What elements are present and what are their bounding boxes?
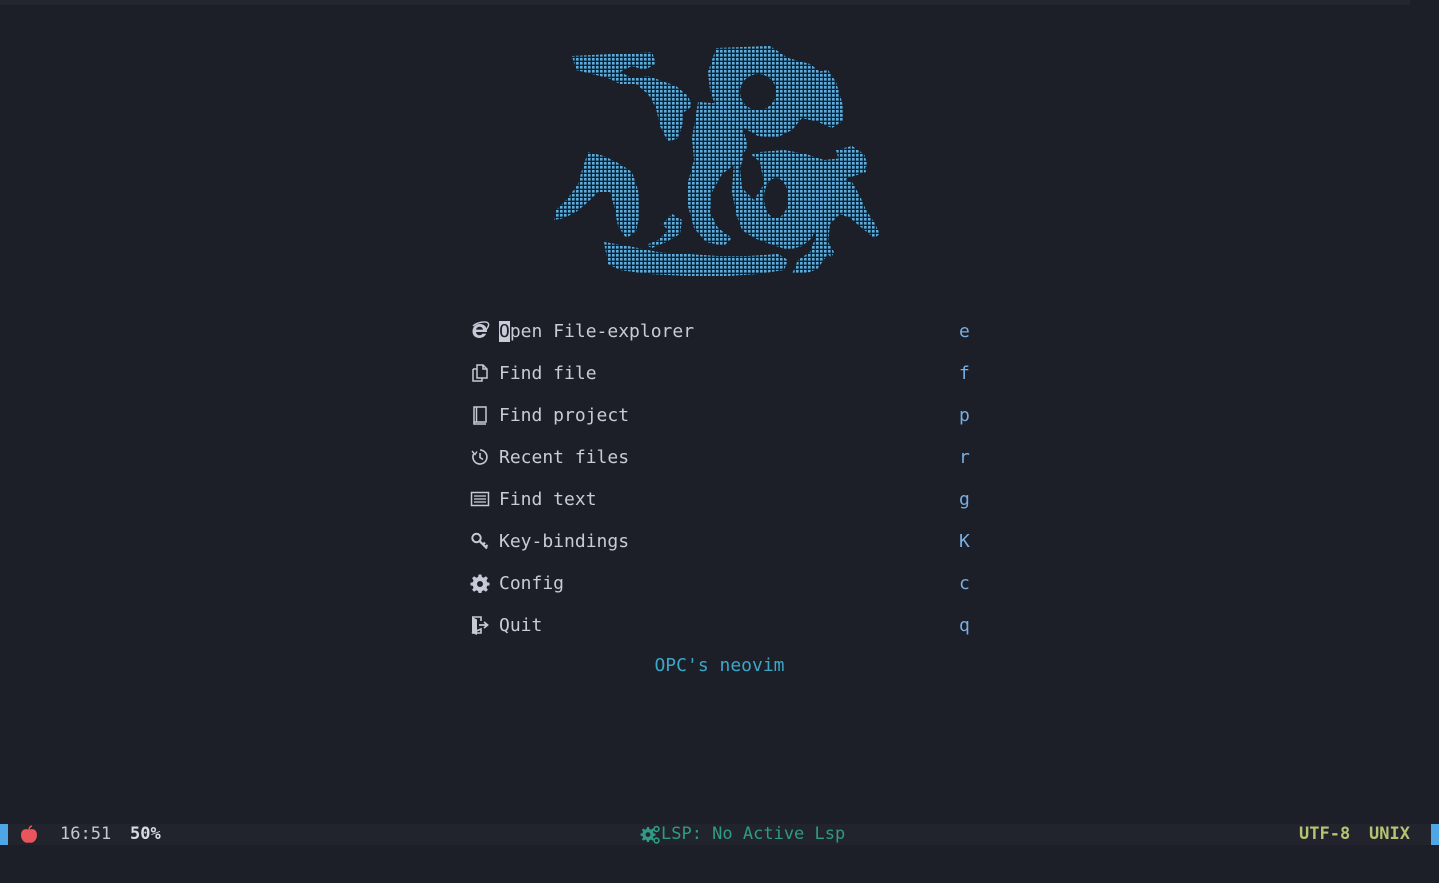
menu-item-shortcut: p xyxy=(959,404,970,426)
statusline-encoding: UTF-8 xyxy=(1299,824,1351,844)
history-icon xyxy=(469,446,491,468)
menu-item-label: Quit xyxy=(499,614,543,636)
menu-item-find-project[interactable]: Find project p xyxy=(468,394,978,436)
gears-icon xyxy=(640,825,660,844)
menu-item-shortcut: f xyxy=(959,362,970,384)
statusline-right-edge xyxy=(1431,824,1439,845)
menu-item-find-text[interactable]: Find text g xyxy=(468,478,978,520)
dragon-ascii-logo xyxy=(554,46,880,276)
statusline-time: 16:51 xyxy=(60,824,112,844)
files-icon xyxy=(469,362,491,384)
menu-item-shortcut: e xyxy=(959,320,970,342)
statusline-scroll-percent: 50% xyxy=(130,824,161,844)
menu-item-label: Key-bindings xyxy=(499,530,630,552)
apple-mode-icon xyxy=(21,825,37,843)
menu-item-shortcut: q xyxy=(959,614,970,636)
menu-item-label: Open File-explorer xyxy=(499,320,695,342)
key-icon xyxy=(469,530,491,552)
menu-item-label: Recent files xyxy=(499,446,630,468)
gear-icon xyxy=(469,572,491,594)
menu-item-open-file-explorer[interactable]: Open File-explorer e xyxy=(468,310,978,352)
menu-item-label: Find file xyxy=(499,362,597,384)
menu-item-quit[interactable]: Quit q xyxy=(468,604,978,646)
menu-item-config[interactable]: Config c xyxy=(468,562,978,604)
menu-item-key-bindings[interactable]: Key-bindings K xyxy=(468,520,978,562)
statusline-lsp-status: LSP: No Active Lsp xyxy=(640,824,845,845)
menu-item-shortcut: c xyxy=(959,572,970,594)
statusline-left-edge xyxy=(0,824,8,845)
internet-explorer-icon xyxy=(469,320,491,342)
book-icon xyxy=(469,404,491,426)
statusline: 16:51 50% LSP: No Active Lsp UTF-8 UNIX xyxy=(0,824,1439,845)
menu-item-shortcut: g xyxy=(959,488,970,510)
menu-item-shortcut: r xyxy=(959,446,970,468)
exit-icon xyxy=(469,614,491,636)
dashboard-menu: Open File-explorer e Find file f Find pr… xyxy=(468,310,978,646)
dashboard-footer: OPC's neovim xyxy=(654,655,785,676)
text-cursor: O xyxy=(499,320,510,342)
menu-item-shortcut: K xyxy=(959,530,970,552)
menu-item-label: Find project xyxy=(499,404,630,426)
statusline-lsp-text: LSP: No Active Lsp xyxy=(661,824,846,844)
text-lines-icon xyxy=(469,488,491,510)
menu-item-label-rest: pen File-explorer xyxy=(509,320,695,342)
menu-item-recent-files[interactable]: Recent files r xyxy=(468,436,978,478)
menu-item-label: Config xyxy=(499,572,565,594)
menu-item-find-file[interactable]: Find file f xyxy=(468,352,978,394)
window-top-border xyxy=(0,0,1410,5)
statusline-file-format: UNIX xyxy=(1369,824,1410,844)
menu-item-label: Find text xyxy=(499,488,597,510)
